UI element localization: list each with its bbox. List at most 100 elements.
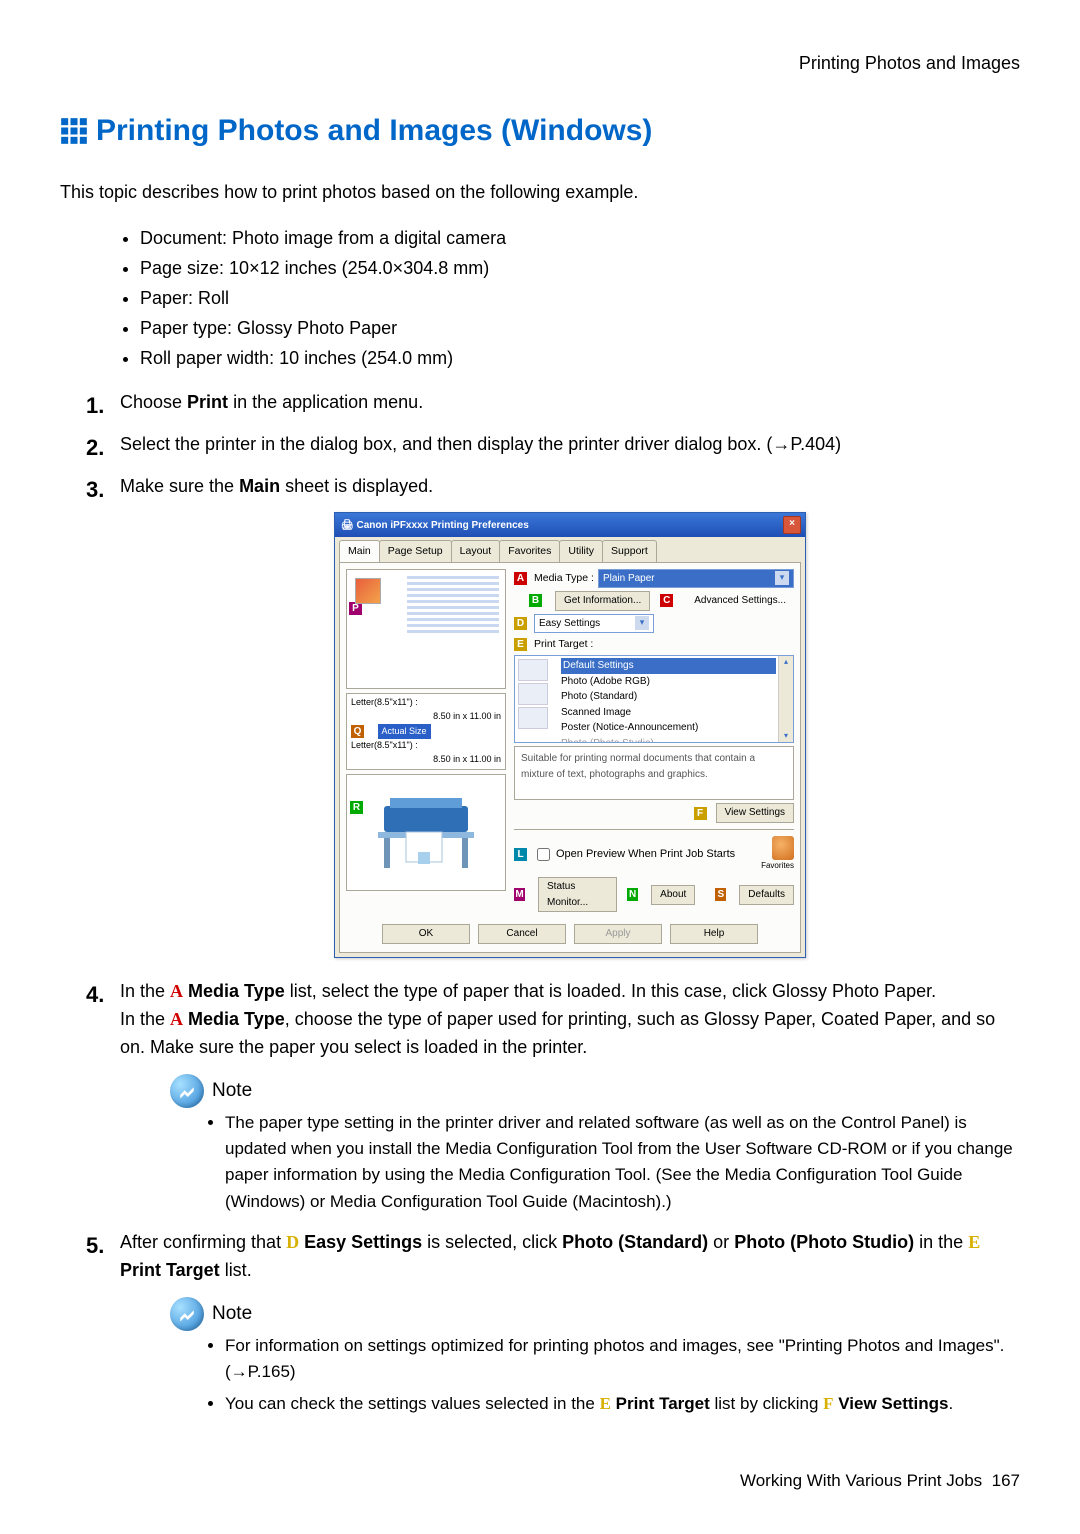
step-text: Choose [120,392,187,412]
step-number: 4. [86,978,104,1012]
list-item: Page size: 10×12 inches (254.0×304.8 mm) [140,255,1020,283]
intro-text: This topic describes how to print photos… [60,179,1020,207]
page-size-info: Letter(8.5"x11") : 8.50 in x 11.00 in Q … [346,693,506,771]
note-block: Note For information on settings optimiz… [170,1297,1020,1418]
favorites-icon[interactable] [772,836,794,860]
print-target-list[interactable]: Default Settings Photo (Adobe RGB) Photo… [514,655,794,743]
step-keyword: Print [187,392,228,412]
favorites-label: Favorites [761,860,794,872]
note-icon [170,1074,204,1108]
step-3: 3. Make sure the Main sheet is displayed… [60,473,1020,958]
apply-button[interactable]: Apply [574,924,662,944]
media-type-label: Media Type : [534,570,594,586]
page-preview: P [346,569,506,689]
marker-b: B [529,594,542,607]
note-item: For information on settings optimized fo… [225,1333,1020,1386]
actual-size-label: Actual Size [378,724,431,740]
target-option[interactable]: Photo (Standard) [561,689,776,705]
note-title: Note [212,1299,252,1328]
tab-main[interactable]: Main [339,540,380,561]
step-text: in the application menu. [228,392,423,412]
status-monitor-button[interactable]: Status Monitor... [538,877,617,912]
step-keyword: Media Type [183,1009,285,1029]
marker-f: F [694,807,707,820]
letter-a-ref: A [170,1009,183,1029]
note-icon [170,1297,204,1331]
media-type-combo[interactable]: Plain Paper▾ [598,569,794,589]
tab-layout[interactable]: Layout [451,540,501,561]
step-2: 2. Select the printer in the dialog box,… [60,431,1020,459]
note-item: The paper type setting in the printer dr… [225,1110,1020,1215]
step-text: After confirming that [120,1232,286,1252]
step-number: 5. [86,1229,104,1263]
dialog-titlebar: 🖨 Canon iPFxxxx Printing Preferences × [335,513,805,537]
step-4: 4. In the A Media Type list, select the … [60,978,1020,1215]
scroll-up-icon[interactable]: ▴ [784,656,788,668]
tab-page-setup[interactable]: Page Setup [379,540,452,561]
marker-q: Q [351,725,364,738]
list-item: Paper: Roll [140,285,1020,313]
step-keyword: Media Type [183,981,285,1001]
note-item: You can check the settings values select… [225,1391,1020,1417]
grid-icon [60,117,88,145]
step-text: in the [914,1232,968,1252]
target-description: Suitable for printing normal documents t… [514,746,794,800]
letter-a-ref: A [170,981,183,1001]
marker-e: E [514,638,527,651]
step-text: or [708,1232,734,1252]
dialog-screenshot: 🖨 Canon iPFxxxx Printing Preferences × M… [120,512,1020,957]
step-text: Select the printer in the dialog box, an… [120,434,841,454]
list-item: Roll paper width: 10 inches (254.0 mm) [140,345,1020,373]
note-title: Note [212,1076,252,1105]
breadcrumb: Printing Photos and Images [60,50,1020,78]
step-text: In the [120,1009,170,1029]
defaults-button[interactable]: Defaults [739,885,794,905]
get-information-button[interactable]: Get Information... [555,591,650,611]
step-number: 3. [86,473,104,507]
dialog-title: Canon iPFxxxx Printing Preferences [356,520,528,531]
page-footer: Working With Various Print Jobs 167 [60,1468,1020,1494]
letter-e-ref: E [968,1232,980,1252]
tab-utility[interactable]: Utility [559,540,603,561]
open-preview-checkbox[interactable] [537,848,550,861]
advanced-settings-link[interactable]: Advanced Settings... [686,592,794,610]
step-number: 1. [86,389,104,423]
marker-c: C [660,594,673,607]
cancel-button[interactable]: Cancel [478,924,566,944]
help-button[interactable]: Help [670,924,758,944]
tab-favorites[interactable]: Favorites [499,540,560,561]
target-option[interactable]: Photo (Photo Studio) [561,736,776,744]
target-option[interactable]: Photo (Adobe RGB) [561,674,776,690]
open-preview-label: Open Preview When Print Job Starts [556,846,735,863]
marker-n: N [627,888,638,901]
step-keyword: Photo (Standard) [562,1232,708,1252]
step-text: Make sure the [120,476,239,496]
step-text: sheet is displayed. [280,476,433,496]
marker-s: S [715,888,726,901]
note-block: Note The paper type setting in the print… [170,1074,1020,1215]
target-option[interactable]: Poster (Notice-Announcement) [561,720,776,736]
letter-f-ref: F [823,1394,833,1413]
ok-button[interactable]: OK [382,924,470,944]
step-text: list. [220,1260,252,1280]
step-1: 1. Choose Print in the application menu. [60,389,1020,417]
target-option[interactable]: Scanned Image [561,705,776,721]
step-keyword: Easy Settings [299,1232,422,1252]
tab-support[interactable]: Support [602,540,657,561]
close-icon[interactable]: × [783,516,801,534]
marker-l: L [514,848,527,861]
marker-m: M [514,888,525,901]
target-option[interactable]: Default Settings [561,658,776,674]
step-number: 2. [86,431,104,465]
list-item: Document: Photo image from a digital cam… [140,225,1020,253]
easy-settings-combo[interactable]: Easy Settings▾ [534,614,654,634]
view-settings-button[interactable]: View Settings [716,803,794,823]
list-item: Paper type: Glossy Photo Paper [140,315,1020,343]
printer-preview: R [346,774,506,891]
step-keyword: Photo (Photo Studio) [734,1232,914,1252]
scroll-down-icon[interactable]: ▾ [784,730,788,742]
about-button[interactable]: About [651,885,695,905]
title-text: Printing Photos and Images (Windows) [96,108,652,155]
step-text: is selected, click [422,1232,562,1252]
step-keyword: Main [239,476,280,496]
